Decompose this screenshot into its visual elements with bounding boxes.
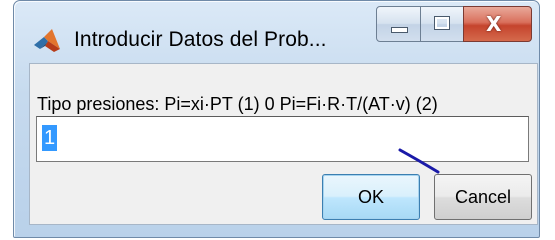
window-title: Introducir Datos del Prob...: [74, 28, 327, 51]
matlab-logo-icon: [34, 29, 60, 52]
dialog-content: Tipo presiones: Pi=xi·PT (1) 0 Pi=Fi·R·T…: [29, 63, 538, 225]
maximize-icon: [434, 16, 450, 30]
maximize-button[interactable]: [420, 6, 464, 42]
value-input[interactable]: 1: [36, 116, 529, 162]
minimize-icon: [391, 27, 408, 33]
cancel-button[interactable]: Cancel: [434, 174, 532, 220]
close-icon: X: [486, 12, 502, 36]
minimize-button[interactable]: [376, 6, 421, 42]
prompt-label: Tipo presiones: Pi=xi·PT (1) 0 Pi=Fi·R·T…: [37, 94, 438, 114]
ok-button[interactable]: OK: [322, 174, 420, 220]
close-button[interactable]: X: [463, 6, 532, 42]
dialog-window: Introducir Datos del Prob... X Tipo pres…: [13, 0, 540, 238]
input-value-selected: 1: [42, 125, 58, 151]
